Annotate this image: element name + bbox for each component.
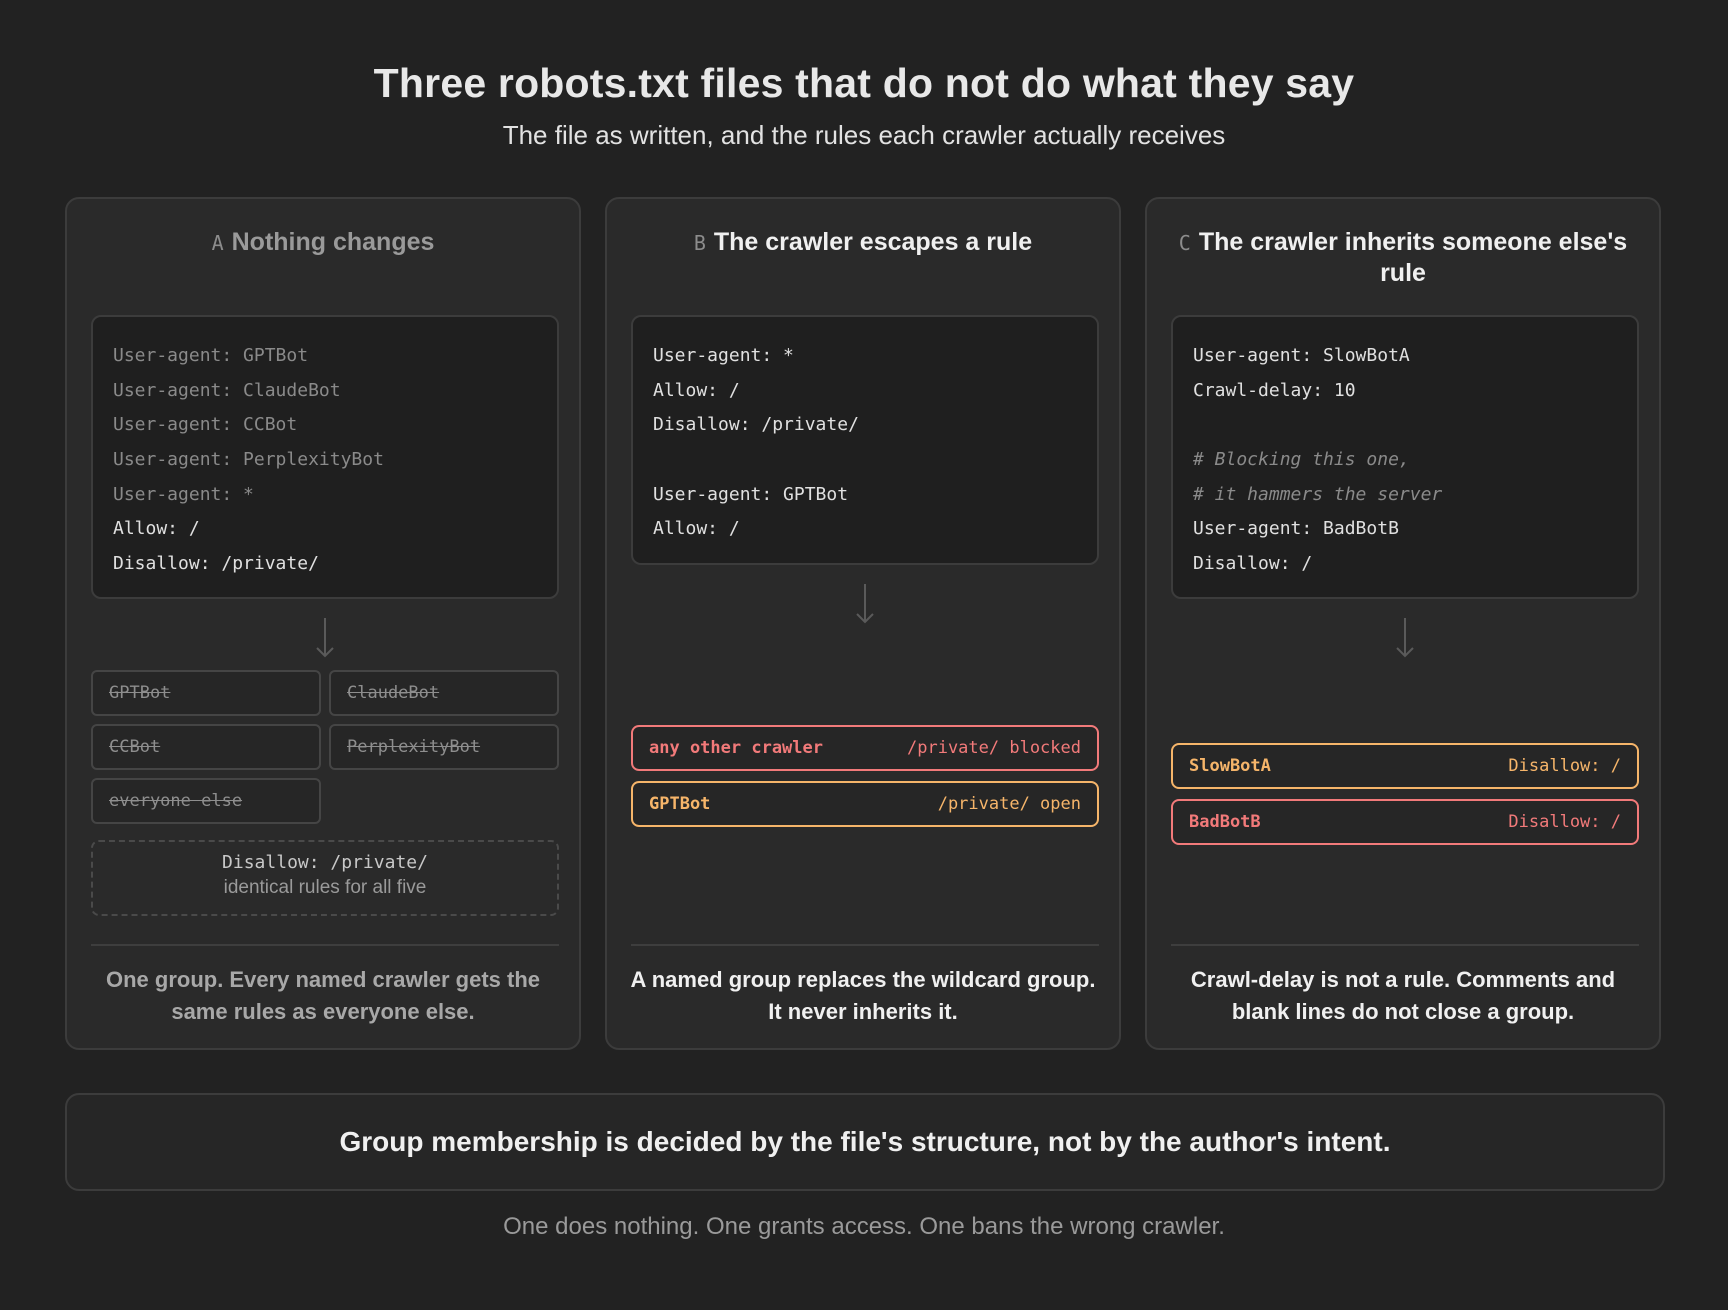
summary-box: Group membership is decided by the file'… [65,1093,1665,1191]
code-line: User-agent: * [113,483,254,505]
code-line: Allow: / [113,518,200,540]
panel-b: B The crawler escapes a rule User-agent: … [605,197,1121,1050]
panel-b-title: B The crawler escapes a rule [627,227,1099,258]
panel-a: A Nothing changes User-agent: GPTBot User… [65,197,581,1050]
panel-caption: A named group replaces the wildcard grou… [630,967,1096,1024]
panel-caption: Crawl-delay is not a rule. Comments and … [1190,967,1616,1024]
page-subtitle: The file as written, and the rules each … [502,120,1226,150]
divider [631,944,1099,946]
code-line: User-agent: BadBotB [1193,518,1399,540]
code-line: Allow: / [653,379,740,401]
down-arrow-icon [1395,616,1415,660]
panel-c-title: C The crawler inherits someone else's rul… [1167,227,1639,288]
result-crawler: any other crawler [649,738,823,758]
shared-rule: Disallow: /private/ [222,852,428,873]
panel-a-title: A Nothing changes [87,227,559,258]
down-arrow-icon [855,582,875,626]
panel-letter: A [211,231,224,255]
code-line: User-agent: GPTBot [653,483,849,505]
code-line: Crawl-delay: 10 [1193,379,1356,401]
result-row-gptbot: GPTBot /private/ open [631,781,1099,827]
code-line: User-agent: SlowBotA [1193,345,1410,366]
crawler-chip: PerplexityBot [329,724,559,770]
divider [91,944,559,946]
code-line: User-agent: GPTBot [113,345,309,366]
panel-title-text: Nothing changes [231,228,435,256]
panel-c: C The crawler inherits someone else's rul… [1145,197,1661,1050]
crawler-chip: GPTBot [91,670,321,716]
crawler-chip: CCBot [91,724,321,770]
robots-code-block: User-agent: * Allow: / Disallow: /privat… [631,315,1099,565]
panel-letter: C [1178,231,1191,255]
divider [1171,944,1639,946]
code-line: User-agent: CCBot [113,414,298,436]
code-line: Disallow: /private/ [653,414,859,436]
code-line: Allow: / [653,518,740,540]
result-row-slowbota: SlowBotA Disallow: / [1171,743,1639,789]
robots-code-block: User-agent: SlowBotA Crawl-delay: 10 # B… [1171,315,1639,599]
footer-note: One does nothing. One grants access. One… [503,1213,1225,1240]
result-crawler: SlowBotA [1189,756,1271,776]
result-row-badbotb: BadBotB Disallow: / [1171,799,1639,845]
code-line: User-agent: ClaudeBot [113,379,341,401]
result-row-any-other-crawler: any other crawler /private/ blocked [631,725,1099,771]
result-rule: Disallow: / [1508,812,1621,832]
shared-rule-box: Disallow: /private/ identical rules for … [91,840,559,916]
down-arrow-icon [315,616,335,660]
summary-text: Group membership is decided by the file'… [339,1126,1391,1157]
crawler-chip: everyone else [91,778,321,824]
panel-title-text: The crawler escapes a rule [713,228,1033,256]
result-rule: /private/ open [937,794,1081,814]
panel-title-text: The crawler inherits someone else's rule [1198,228,1628,287]
code-line: User-agent: * [653,345,794,366]
result-crawler: GPTBot [649,794,711,814]
page-title: Three robots.txt files that do not do wh… [373,60,1355,106]
crawler-chip: ClaudeBot [329,670,559,716]
result-rule: Disallow: / [1508,756,1621,776]
code-comment-line: # Blocking this one, [1193,449,1410,471]
robots-code-block: User-agent: GPTBot User-agent: ClaudeBot… [91,315,559,599]
code-line: User-agent: PerplexityBot [113,449,384,471]
panel-caption: One group. Every named crawler gets the … [105,967,541,1024]
panel-letter: B [693,231,706,255]
result-crawler: BadBotB [1189,812,1261,832]
result-rule: /private/ blocked [907,738,1081,758]
code-comment-line: # it hammers the server [1193,483,1443,505]
code-line: Disallow: /private/ [113,553,319,575]
code-line: Disallow: / [1193,553,1313,575]
shared-rule-note: identical rules for all five [223,877,427,898]
